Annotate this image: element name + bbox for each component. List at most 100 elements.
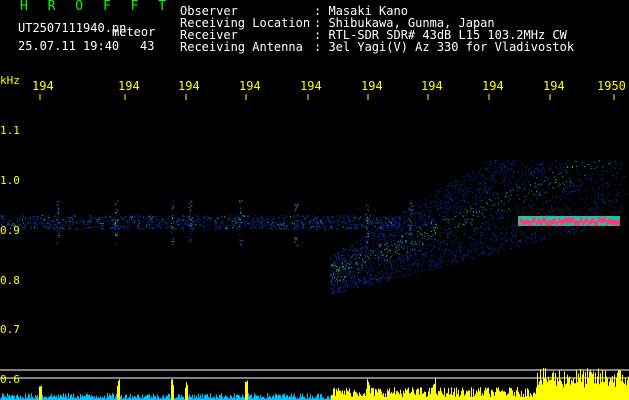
signal-dot [472,218,474,220]
carrier-segment [550,220,552,226]
signal-dot [353,270,355,272]
signal-dot [595,202,597,204]
carrier-segment [618,219,620,225]
signal-dot [486,191,488,193]
signal-dot [171,238,173,240]
signal-dot [440,265,442,267]
signal-dot [447,192,449,194]
signal-dot [66,217,68,219]
level-bar [499,390,500,400]
signal-dot [154,223,156,225]
signal-dot [250,227,252,229]
signal-dot [464,208,466,210]
signal-dot [218,228,220,230]
level-bar [469,390,470,400]
level-bar [290,396,291,400]
signal-dot [147,227,149,229]
signal-dot [286,228,288,230]
level-bar [118,381,119,400]
signal-dot [229,217,231,219]
signal-dot [580,181,582,183]
signal-dot [582,229,584,231]
signal-dot [334,263,336,265]
signal-dot [342,280,344,282]
signal-dot [545,176,547,178]
level-bar [185,387,186,400]
signal-dot [581,160,583,162]
signal-dot [532,167,533,169]
level-bar [285,396,286,400]
signal-dot [362,246,364,248]
signal-dot [58,235,60,237]
signal-dot [257,218,259,220]
level-bar [566,383,567,400]
signal-dot [482,225,484,226]
signal-dot [367,281,369,283]
signal-dot [203,228,205,230]
signal-dot [401,260,403,262]
signal-dot [422,242,424,244]
signal-dot [457,225,459,227]
signal-dot [438,198,440,200]
level-bar [73,393,74,400]
signal-dot [330,280,332,282]
signal-dot [117,225,119,227]
signal-dot [485,190,487,192]
signal-dot [451,244,453,246]
signal-dot [490,164,492,165]
signal-dot [264,223,266,225]
signal-dot [142,228,144,230]
signal-dot [366,228,368,230]
level-bar [513,395,514,400]
signal-dot [508,200,510,201]
signal-dot [496,239,498,241]
signal-dot [295,240,297,242]
signal-dot [233,218,234,220]
signal-dot [441,259,443,261]
signal-dot [422,222,423,224]
signal-dot [101,227,103,229]
level-bar [370,393,371,400]
signal-dot [409,256,411,258]
signal-dot [515,244,517,246]
signal-dot [334,265,336,267]
signal-dot [429,195,431,197]
level-bar [463,390,464,400]
time-tick-label: 194 [421,79,443,93]
signal-dot [266,216,268,218]
signal-dot [251,223,253,225]
signal-dot [373,245,375,247]
signal-dot [189,226,191,228]
signal-dot [590,165,591,167]
level-bar [480,387,481,400]
signal-dot [540,184,542,186]
signal-dot [503,203,505,205]
signal-dot [342,279,344,281]
signal-dot [59,228,61,230]
signal-dot [448,219,450,221]
signal-dot [356,249,358,251]
level-bar [414,393,415,400]
signal-dot [554,165,556,167]
signal-dot [466,215,468,217]
signal-dot [198,218,200,220]
signal-dot [175,222,177,224]
signal-dot [406,245,408,247]
signal-dot [378,253,380,255]
signal-dot [518,205,520,207]
signal-dot [475,177,477,179]
level-bar [202,393,203,400]
signal-dot [446,240,448,242]
signal-dot [425,254,427,256]
signal-dot [465,218,467,220]
signal-dot [133,219,135,221]
signal-dot [342,251,344,253]
signal-dot [543,172,545,174]
signal-dot [45,218,47,220]
signal-dot [595,212,596,214]
signal-dot [393,265,395,267]
signal-dot [379,277,381,279]
signal-dot [528,237,530,239]
signal-dot [117,227,119,229]
level-bar [365,395,366,400]
